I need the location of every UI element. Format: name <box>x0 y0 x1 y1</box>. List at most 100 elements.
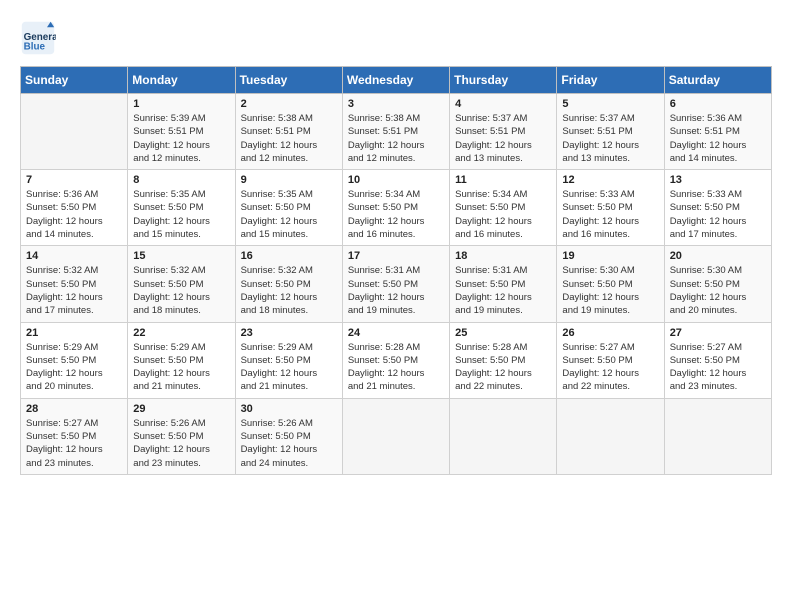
day-info: Sunrise: 5:31 AM Sunset: 5:50 PM Dayligh… <box>348 264 444 317</box>
calendar-cell: 29 Sunrise: 5:26 AM Sunset: 5:50 PM Dayli… <box>128 398 235 474</box>
day-number: 11 <box>455 174 551 186</box>
day-number: 19 <box>562 250 658 262</box>
day-number: 29 <box>133 403 229 415</box>
day-number: 21 <box>26 327 122 339</box>
calendar-week-row: 21 Sunrise: 5:29 AM Sunset: 5:50 PM Dayli… <box>21 322 772 398</box>
day-info: Sunrise: 5:33 AM Sunset: 5:50 PM Dayligh… <box>562 188 658 241</box>
day-info: Sunrise: 5:36 AM Sunset: 5:50 PM Dayligh… <box>26 188 122 241</box>
calendar-cell: 5 Sunrise: 5:37 AM Sunset: 5:51 PM Daylig… <box>557 94 664 170</box>
calendar-cell: 3Sunrise: 5:38 AM Sunset: 5:51 PM Daylig… <box>342 94 449 170</box>
calendar-cell: 27Sunrise: 5:27 AM Sunset: 5:50 PM Dayli… <box>664 322 771 398</box>
day-number: 9 <box>241 174 337 186</box>
day-number: 13 <box>670 174 766 186</box>
calendar-body: 1 Sunrise: 5:39 AM Sunset: 5:51 PM Daylig… <box>21 94 772 475</box>
day-number: 4 <box>455 98 551 110</box>
svg-text:Blue: Blue <box>24 42 46 53</box>
day-info: Sunrise: 5:28 AM Sunset: 5:50 PM Dayligh… <box>348 341 444 394</box>
weekday-header-sunday: Sunday <box>21 67 128 94</box>
weekday-header-friday: Friday <box>557 67 664 94</box>
weekday-header-tuesday: Tuesday <box>235 67 342 94</box>
calendar-table: SundayMondayTuesdayWednesdayThursdayFrid… <box>20 66 772 475</box>
weekday-header-saturday: Saturday <box>664 67 771 94</box>
day-info: Sunrise: 5:27 AM Sunset: 5:50 PM Dayligh… <box>670 341 766 394</box>
weekday-header-thursday: Thursday <box>450 67 557 94</box>
day-info: Sunrise: 5:38 AM Sunset: 5:51 PM Dayligh… <box>241 112 337 165</box>
calendar-cell: 7 Sunrise: 5:36 AM Sunset: 5:50 PM Daylig… <box>21 170 128 246</box>
day-number: 10 <box>348 174 444 186</box>
calendar-cell: 9 Sunrise: 5:35 AM Sunset: 5:50 PM Daylig… <box>235 170 342 246</box>
calendar-header: SundayMondayTuesdayWednesdayThursdayFrid… <box>21 67 772 94</box>
calendar-cell <box>450 398 557 474</box>
calendar-cell <box>21 94 128 170</box>
calendar-cell: 24 Sunrise: 5:28 AM Sunset: 5:50 PM Dayli… <box>342 322 449 398</box>
calendar-week-row: 14Sunrise: 5:32 AM Sunset: 5:50 PM Dayli… <box>21 246 772 322</box>
calendar-cell: 30 Sunrise: 5:26 AM Sunset: 5:50 PM Dayli… <box>235 398 342 474</box>
calendar-cell: 10 Sunrise: 5:34 AM Sunset: 5:50 PM Dayli… <box>342 170 449 246</box>
day-number: 1 <box>133 98 229 110</box>
calendar-cell: 26 Sunrise: 5:27 AM Sunset: 5:50 PM Dayli… <box>557 322 664 398</box>
day-info: Sunrise: 5:26 AM Sunset: 5:50 PM Dayligh… <box>133 417 229 470</box>
calendar-cell: 19Sunrise: 5:30 AM Sunset: 5:50 PM Dayli… <box>557 246 664 322</box>
day-info: Sunrise: 5:37 AM Sunset: 5:51 PM Dayligh… <box>562 112 658 165</box>
calendar-cell: 22 Sunrise: 5:29 AM Sunset: 5:50 PM Dayli… <box>128 322 235 398</box>
calendar-cell: 15 Sunrise: 5:32 AM Sunset: 5:50 PM Dayli… <box>128 246 235 322</box>
weekday-header-wednesday: Wednesday <box>342 67 449 94</box>
day-number: 24 <box>348 327 444 339</box>
day-info: Sunrise: 5:35 AM Sunset: 5:50 PM Dayligh… <box>133 188 229 241</box>
day-info: Sunrise: 5:27 AM Sunset: 5:50 PM Dayligh… <box>26 417 122 470</box>
weekday-header-row: SundayMondayTuesdayWednesdayThursdayFrid… <box>21 67 772 94</box>
calendar-cell: 21 Sunrise: 5:29 AM Sunset: 5:50 PM Dayli… <box>21 322 128 398</box>
calendar-cell: 1 Sunrise: 5:39 AM Sunset: 5:51 PM Daylig… <box>128 94 235 170</box>
day-number: 25 <box>455 327 551 339</box>
calendar-cell: 4Sunrise: 5:37 AM Sunset: 5:51 PM Daylig… <box>450 94 557 170</box>
day-number: 28 <box>26 403 122 415</box>
day-number: 23 <box>241 327 337 339</box>
day-info: Sunrise: 5:32 AM Sunset: 5:50 PM Dayligh… <box>26 264 122 317</box>
weekday-header-monday: Monday <box>128 67 235 94</box>
day-number: 22 <box>133 327 229 339</box>
day-number: 5 <box>562 98 658 110</box>
calendar-cell: 28 Sunrise: 5:27 AM Sunset: 5:50 PM Dayli… <box>21 398 128 474</box>
day-number: 20 <box>670 250 766 262</box>
day-info: Sunrise: 5:39 AM Sunset: 5:51 PM Dayligh… <box>133 112 229 165</box>
calendar-cell: 23 Sunrise: 5:29 AM Sunset: 5:50 PM Dayli… <box>235 322 342 398</box>
calendar-cell: 16Sunrise: 5:32 AM Sunset: 5:50 PM Dayli… <box>235 246 342 322</box>
calendar-cell <box>342 398 449 474</box>
calendar-cell <box>557 398 664 474</box>
day-info: Sunrise: 5:30 AM Sunset: 5:50 PM Dayligh… <box>670 264 766 317</box>
day-number: 12 <box>562 174 658 186</box>
calendar-cell: 6 Sunrise: 5:36 AM Sunset: 5:51 PM Daylig… <box>664 94 771 170</box>
day-info: Sunrise: 5:26 AM Sunset: 5:50 PM Dayligh… <box>241 417 337 470</box>
day-number: 7 <box>26 174 122 186</box>
logo: General Blue <box>20 20 60 56</box>
day-info: Sunrise: 5:36 AM Sunset: 5:51 PM Dayligh… <box>670 112 766 165</box>
calendar-cell: 11 Sunrise: 5:34 AM Sunset: 5:50 PM Dayli… <box>450 170 557 246</box>
day-number: 2 <box>241 98 337 110</box>
day-info: Sunrise: 5:32 AM Sunset: 5:50 PM Dayligh… <box>133 264 229 317</box>
day-info: Sunrise: 5:33 AM Sunset: 5:50 PM Dayligh… <box>670 188 766 241</box>
calendar-cell <box>664 398 771 474</box>
day-number: 30 <box>241 403 337 415</box>
day-number: 15 <box>133 250 229 262</box>
day-info: Sunrise: 5:27 AM Sunset: 5:50 PM Dayligh… <box>562 341 658 394</box>
day-info: Sunrise: 5:31 AM Sunset: 5:50 PM Dayligh… <box>455 264 551 317</box>
day-info: Sunrise: 5:38 AM Sunset: 5:51 PM Dayligh… <box>348 112 444 165</box>
day-number: 17 <box>348 250 444 262</box>
calendar-cell: 20 Sunrise: 5:30 AM Sunset: 5:50 PM Dayli… <box>664 246 771 322</box>
day-info: Sunrise: 5:34 AM Sunset: 5:50 PM Dayligh… <box>455 188 551 241</box>
calendar-cell: 18 Sunrise: 5:31 AM Sunset: 5:50 PM Dayli… <box>450 246 557 322</box>
calendar-cell: 12 Sunrise: 5:33 AM Sunset: 5:50 PM Dayli… <box>557 170 664 246</box>
day-number: 26 <box>562 327 658 339</box>
day-info: Sunrise: 5:34 AM Sunset: 5:50 PM Dayligh… <box>348 188 444 241</box>
day-number: 16 <box>241 250 337 262</box>
calendar-week-row: 7 Sunrise: 5:36 AM Sunset: 5:50 PM Daylig… <box>21 170 772 246</box>
day-info: Sunrise: 5:35 AM Sunset: 5:50 PM Dayligh… <box>241 188 337 241</box>
calendar-cell: 13 Sunrise: 5:33 AM Sunset: 5:50 PM Dayli… <box>664 170 771 246</box>
day-number: 6 <box>670 98 766 110</box>
logo-icon: General Blue <box>20 20 56 56</box>
page-header: General Blue <box>20 20 772 56</box>
day-number: 18 <box>455 250 551 262</box>
day-info: Sunrise: 5:29 AM Sunset: 5:50 PM Dayligh… <box>26 341 122 394</box>
day-info: Sunrise: 5:29 AM Sunset: 5:50 PM Dayligh… <box>241 341 337 394</box>
day-info: Sunrise: 5:29 AM Sunset: 5:50 PM Dayligh… <box>133 341 229 394</box>
